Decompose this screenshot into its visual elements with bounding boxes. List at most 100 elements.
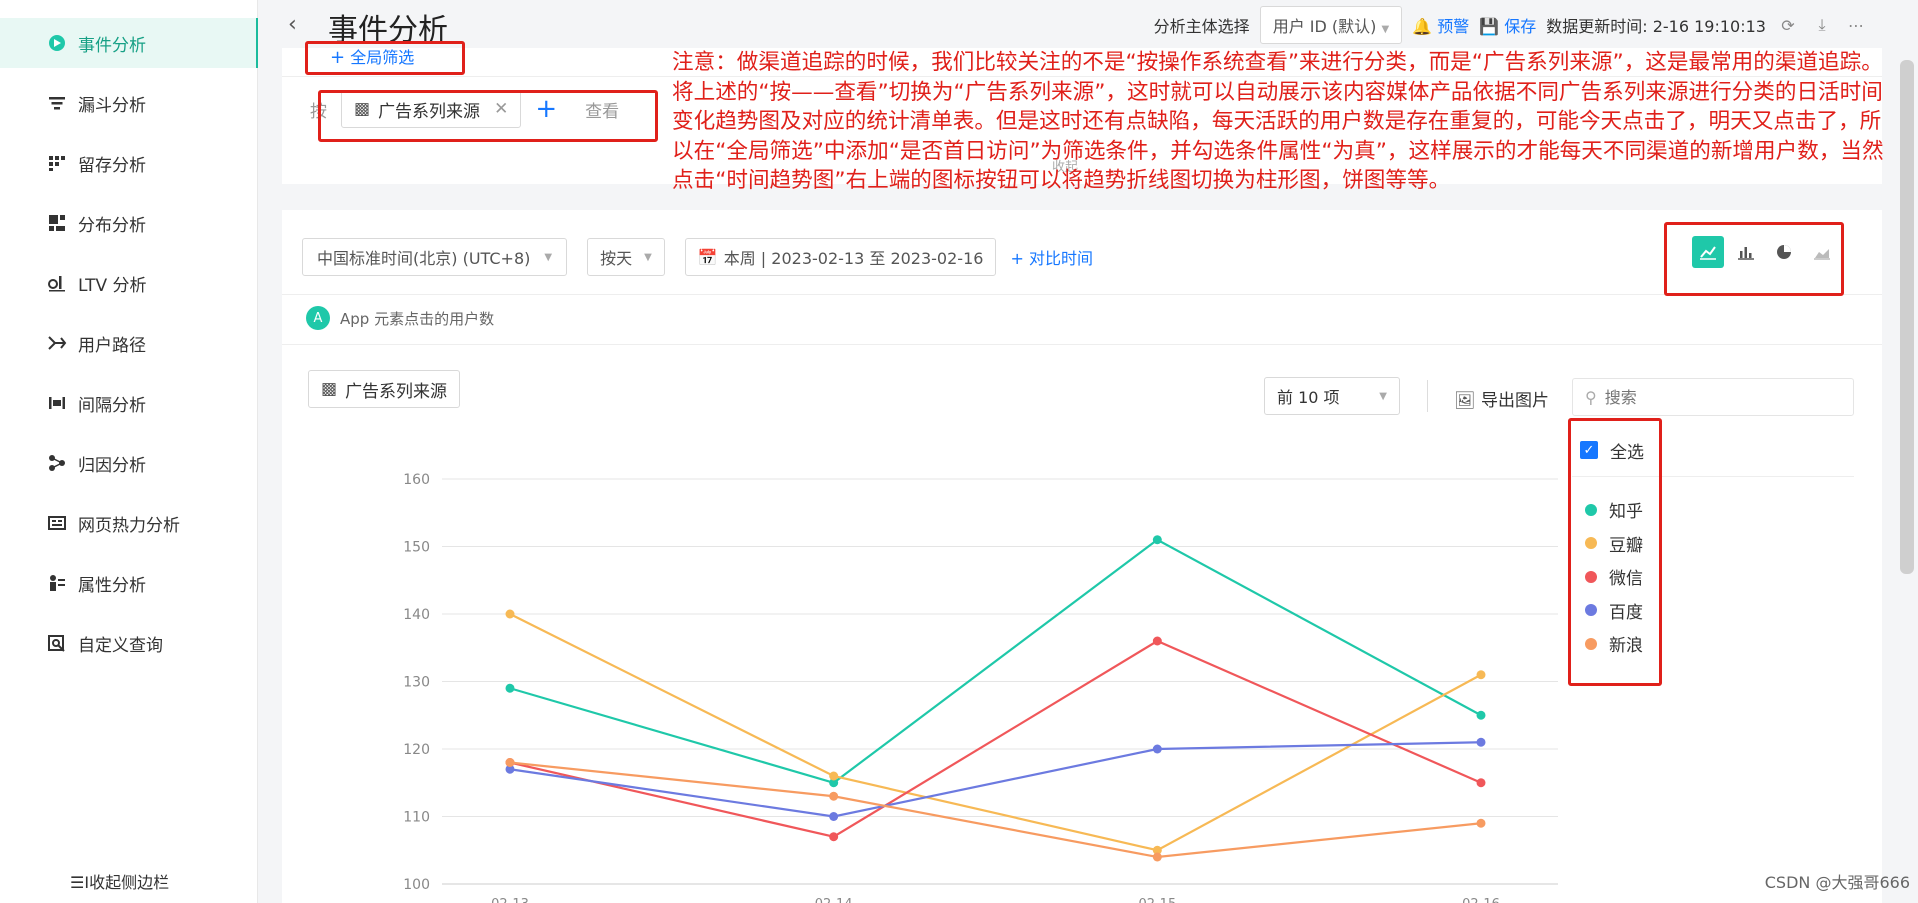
export-divider [1427, 380, 1428, 412]
interval-icon [46, 392, 68, 414]
more-icon[interactable]: ⋯ [1844, 16, 1868, 35]
series-line [509, 761, 1482, 859]
sidebar-item-label: 用户路径 [78, 335, 146, 356]
header-actions: 分析主体选择 用户 ID (默认) ▼ 🔔 预警 💾 保存 数据更新时间: 2-… [1154, 6, 1868, 44]
top-n-value: 前 10 项 [1277, 388, 1340, 407]
alert-button[interactable]: 🔔 预警 [1412, 13, 1469, 37]
series-line [509, 538, 1482, 784]
highlight-box-global-filter [305, 41, 465, 75]
sidebar-item[interactable]: 归因分析 [0, 438, 258, 488]
granularity-value: 按天 [600, 249, 633, 268]
data-point [829, 812, 839, 821]
metric-label: App 元素点击的用户数 [340, 309, 495, 328]
funnel-icon [46, 92, 68, 114]
data-point [505, 764, 515, 774]
sidebar-item[interactable]: 间隔分析 [0, 378, 258, 428]
date-range-picker[interactable]: 📅 本周 | 2023-02-13 至 2023-02-16 [684, 238, 997, 276]
y-tick-label: 130 [403, 675, 430, 691]
sidebar-item[interactable]: 自定义查询 [0, 618, 258, 668]
annotation-note: 注意：做渠道追踪的时候，我们比较关注的不是“按操作系统查看”来进行分类，而是“广… [672, 50, 1884, 193]
highlight-box-chart-type [1664, 222, 1844, 296]
toolbar-divider [282, 294, 1882, 295]
series-line [509, 639, 1482, 838]
chart-group-chip-label: 广告系列来源 [345, 381, 448, 402]
x-tick-label: 02-16 [1462, 897, 1500, 903]
sidebar-item[interactable]: LTV 分析 [0, 258, 258, 308]
chevron-down-icon: ▼ [544, 251, 553, 263]
x-tick-label: 02-14 [815, 897, 853, 903]
sidebar-item[interactable]: 分布分析 [0, 198, 258, 248]
timezone-value: 中国标准时间(北京) (UTC+8) [317, 249, 531, 268]
metric-row: A App 元素点击的用户数 [306, 306, 494, 330]
sidebar-item[interactable]: 网页热力分析 [0, 498, 258, 548]
attribute-icon [46, 572, 68, 594]
page-scrollbar[interactable] [1900, 60, 1914, 574]
data-point [829, 791, 839, 801]
legend-search[interactable]: ⚲ [1572, 378, 1854, 416]
sidebar-item-label: 网页热力分析 [78, 515, 180, 536]
refresh-icon[interactable]: ⟳ [1776, 16, 1800, 35]
timezone-select[interactable]: 中国标准时间(北京) (UTC+8) ▼ [302, 238, 568, 276]
chart-group-chip[interactable]: ▩ 广告系列来源 [308, 370, 461, 408]
data-point [1152, 845, 1162, 855]
top-n-select[interactable]: 前 10 项 ▼ [1264, 377, 1400, 415]
data-point [1152, 744, 1162, 754]
series-line [509, 741, 1482, 818]
data-point [505, 609, 515, 619]
data-point [1476, 737, 1486, 747]
alert-label: 预警 [1437, 17, 1470, 36]
data-point [505, 758, 515, 767]
subject-select[interactable]: 用户 ID (默认) ▼ [1259, 6, 1403, 44]
y-tick-label: 120 [403, 742, 430, 758]
sidebar-item-label: LTV 分析 [78, 275, 147, 296]
series-line [509, 613, 1482, 852]
data-point [829, 778, 839, 788]
sidebar-item-label: 属性分析 [78, 575, 146, 596]
save-label: 保存 [1504, 17, 1537, 36]
data-point [1476, 710, 1486, 720]
sidebar-item[interactable]: 用户路径 [0, 318, 258, 368]
chevron-down-icon: ▼ [1379, 390, 1387, 402]
search-input[interactable] [1604, 387, 1825, 407]
ltv-icon [46, 272, 68, 294]
export-image-label: 导出图片 [1481, 391, 1549, 411]
y-tick-label: 140 [403, 607, 430, 623]
y-tick-label: 100 [403, 877, 430, 893]
compare-time-button[interactable]: + 对比时间 [1010, 245, 1093, 269]
data-point [1152, 535, 1162, 545]
data-point [505, 683, 515, 693]
chart-toolbar: 中国标准时间(北京) (UTC+8) ▼ 按天 ▼ 📅 本周 | 2023-02… [302, 238, 1093, 276]
metric-badge: A [306, 306, 330, 330]
heatmap-icon [46, 512, 68, 534]
data-point [1152, 636, 1162, 646]
y-tick-label: 160 [403, 472, 430, 488]
sidebar-item[interactable]: 属性分析 [0, 558, 258, 608]
save-button[interactable]: 💾 保存 [1479, 13, 1536, 37]
y-tick-label: 110 [403, 810, 430, 826]
sidebar-item-label: 自定义查询 [78, 635, 163, 656]
data-point [829, 771, 839, 781]
download-icon[interactable]: ⤓ [1810, 15, 1834, 35]
back-icon[interactable]: ‹ [288, 12, 297, 37]
date-range-value: 本周 | 2023-02-13 至 2023-02-16 [723, 249, 984, 268]
export-image-button[interactable]: 🖼 导出图片 [1454, 386, 1549, 411]
x-tick-label: 02-13 [491, 897, 529, 903]
collapse-sidebar-button[interactable]: ☰I收起侧边栏 [70, 869, 169, 893]
retention-icon [46, 152, 68, 174]
sidebar-item-label: 归因分析 [78, 455, 146, 476]
metric-divider [282, 344, 1882, 345]
update-time: 数据更新时间: 2-16 19:10:13 [1546, 17, 1766, 36]
y-tick-label: 150 [403, 540, 430, 556]
search-icon: ⚲ [1585, 387, 1597, 407]
data-point [1476, 778, 1486, 788]
custom-query-icon [46, 632, 68, 654]
sidebar-item[interactable]: 留存分析 [0, 138, 258, 188]
data-point [829, 832, 839, 842]
sidebar-item[interactable]: 漏斗分析 [0, 78, 258, 128]
sidebar-item-label: 间隔分析 [78, 395, 146, 416]
distribution-icon [46, 212, 68, 234]
granularity-select[interactable]: 按天 ▼ [587, 238, 665, 276]
sidebar-item[interactable]: 事件分析 [0, 18, 258, 68]
sidebar-item-label: 留存分析 [78, 155, 146, 176]
data-point [1152, 852, 1162, 862]
